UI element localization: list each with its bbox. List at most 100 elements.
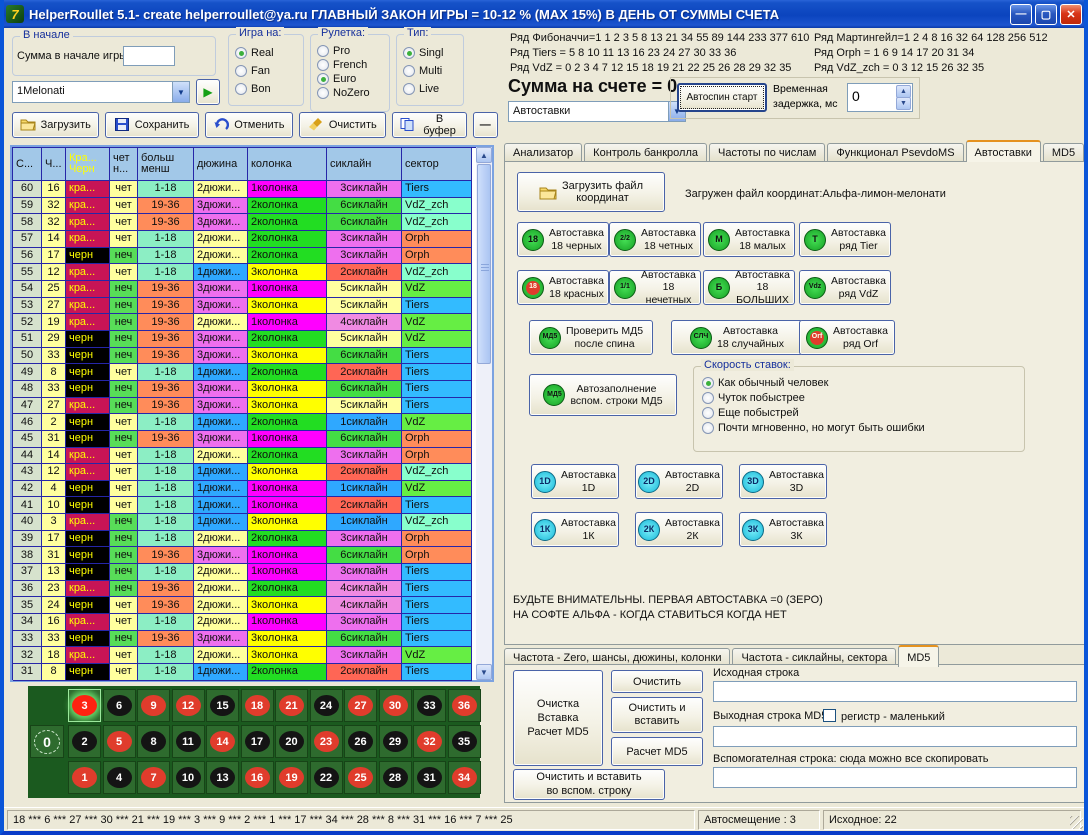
- close-button[interactable]: ✕: [1060, 4, 1082, 25]
- roulette-cell-23[interactable]: 23: [310, 725, 343, 758]
- clean-button[interactable]: Очистить: [299, 112, 386, 138]
- table-row[interactable]: 4727кра...неч19-363дюжи...3колонка5сикла…: [13, 398, 476, 415]
- source-string-input[interactable]: [713, 681, 1077, 702]
- roulette-cell-3[interactable]: 3: [68, 689, 101, 722]
- table-row[interactable]: 3333черннеч19-363дюжи...3колонка6сиклайн…: [13, 631, 476, 648]
- scrollbar-thumb[interactable]: [477, 164, 491, 364]
- tab-md5[interactable]: MD5: [1043, 143, 1084, 162]
- roulette-cell-10[interactable]: 10: [172, 761, 205, 794]
- table-row[interactable]: 3218кра...чет1-182дюжи...3колонка3сиклай…: [13, 647, 476, 664]
- tab-частоты-по-числам[interactable]: Частоты по числам: [709, 143, 825, 162]
- column-header[interactable]: Кра...Черн: [66, 148, 110, 181]
- radio-euro[interactable]: Euro: [317, 73, 370, 85]
- radio-bon[interactable]: Bon: [235, 83, 274, 95]
- table-scrollbar[interactable]: ▲ ▼: [476, 147, 492, 680]
- column-header[interactable]: колонка: [248, 148, 327, 181]
- bet-button-1к[interactable]: 1КАвтоставка1К: [531, 512, 619, 547]
- table-row[interactable]: 5512кра...чет1-181дюжи...3колонка2сиклай…: [13, 264, 476, 281]
- table-row[interactable]: 5327кра...неч19-363дюжи...3колонка5сикла…: [13, 298, 476, 315]
- roulette-cell-12[interactable]: 12: [172, 689, 205, 722]
- chevron-down-icon[interactable]: ▼: [172, 82, 189, 102]
- table-row[interactable]: 5425кра...неч19-363дюжи...1колонка5сикла…: [13, 281, 476, 298]
- bet-button-ряд-orf[interactable]: OrfАвтоставкаряд Orf: [799, 320, 895, 355]
- table-row[interactable]: 3917черннеч1-182дюжи...2колонка3сиклайнO…: [13, 531, 476, 548]
- bet-button-2к[interactable]: 2КАвтоставка2К: [635, 512, 723, 547]
- roulette-cell-18[interactable]: 18: [241, 689, 274, 722]
- bet-button-после-спина[interactable]: МД5Проверить МД5после спина: [529, 320, 653, 355]
- tab-автоставки[interactable]: Автоставки: [966, 140, 1041, 162]
- roulette-cell-17[interactable]: 17: [241, 725, 274, 758]
- start-sum-input[interactable]: [123, 46, 175, 66]
- bet-button-ряд-tier[interactable]: ТАвтоставкаряд Tier: [799, 222, 891, 257]
- radio-чуток-побыстрее[interactable]: Чуток побыстрее: [702, 392, 925, 404]
- roulette-cell-13[interactable]: 13: [206, 761, 239, 794]
- bet-button-18-больших[interactable]: БАвтоставка18 БОЛЬШИХ: [703, 270, 795, 305]
- minus-button[interactable]: —: [473, 112, 498, 138]
- load-coords-button[interactable]: Загрузить файлкоординат: [517, 172, 665, 212]
- table-row[interactable]: 4312кра...чет1-181дюжи...3колонка2сиклай…: [13, 464, 476, 481]
- table-row[interactable]: 4833черннеч19-363дюжи...3колонка6сиклайн…: [13, 381, 476, 398]
- bet-button-1d[interactable]: 1DАвтоставка1D: [531, 464, 619, 499]
- table-row[interactable]: 5219кра...неч19-362дюжи...1колонка4сикла…: [13, 314, 476, 331]
- roulette-cell-4[interactable]: 4: [103, 761, 136, 794]
- table-row[interactable]: 4531черннеч19-363дюжи...1колонка6сиклайн…: [13, 431, 476, 448]
- radio-real[interactable]: Real: [235, 47, 274, 59]
- column-header[interactable]: С...: [13, 148, 42, 181]
- radio-nozero[interactable]: NoZero: [317, 87, 370, 99]
- roulette-cell-2[interactable]: 2: [68, 725, 101, 758]
- table-row[interactable]: 5129черннеч19-363дюжи...2колонка5сиклайн…: [13, 331, 476, 348]
- table-row[interactable]: 3831черннеч19-363дюжи...1колонка6сиклайн…: [13, 547, 476, 564]
- autofill-md5-button[interactable]: МД5Автозаполнениевспом. строки МД5: [529, 374, 677, 416]
- roulette-cell-16[interactable]: 16: [241, 761, 274, 794]
- table-row[interactable]: 318чернчет1-181дюжи...2колонка2сиклайнTi…: [13, 664, 476, 681]
- bet-button-18-черных[interactable]: 18Автоставка18 черных: [517, 222, 609, 257]
- roulette-cell-11[interactable]: 11: [172, 725, 205, 758]
- table-row[interactable]: 4110чернчет1-181дюжи...1колонка2сиклайнT…: [13, 497, 476, 514]
- play-button[interactable]: ▶: [196, 79, 220, 105]
- table-row[interactable]: 498чернчет1-181дюжи...2колонка2сиклайнTi…: [13, 364, 476, 381]
- output-string-input[interactable]: [713, 726, 1077, 747]
- roulette-cell-30[interactable]: 30: [379, 689, 412, 722]
- roulette-cell-20[interactable]: 20: [275, 725, 308, 758]
- checkbox-icon[interactable]: [823, 709, 836, 722]
- column-header[interactable]: сектор: [402, 148, 472, 181]
- calc-md5-button[interactable]: Расчет MD5: [611, 737, 703, 766]
- roulette-cell-35[interactable]: 35: [448, 725, 481, 758]
- table-row[interactable]: 5617черннеч1-182дюжи...2колонка3сиклайнO…: [13, 248, 476, 265]
- roulette-cell-21[interactable]: 21: [275, 689, 308, 722]
- helper-string-input[interactable]: [713, 767, 1077, 788]
- scroll-up-icon[interactable]: ▲: [476, 147, 492, 163]
- load-button[interactable]: Загрузить: [12, 112, 99, 138]
- scroll-down-icon[interactable]: ▼: [476, 664, 492, 680]
- bet-button-18-четных[interactable]: 2/2Автоставка18 четных: [609, 222, 701, 257]
- radio-singl[interactable]: Singl: [403, 47, 443, 59]
- column-header[interactable]: сиклайн: [327, 148, 402, 181]
- tab-контроль-банкролла[interactable]: Контроль банкролла: [584, 143, 707, 162]
- roulette-cell-34[interactable]: 34: [448, 761, 481, 794]
- bet-button-ряд-vdz[interactable]: VdzАвтоставкаряд VdZ: [799, 270, 891, 305]
- radio-pro[interactable]: Pro: [317, 45, 370, 57]
- table-row[interactable]: 5932кра...чет19-363дюжи...2колонка6сикла…: [13, 198, 476, 215]
- buffer-button[interactable]: В буфер: [392, 112, 467, 138]
- radio-fan[interactable]: Fan: [235, 65, 274, 77]
- clear-paste-calc-button[interactable]: ОчисткаВставкаРасчет MD5: [513, 670, 603, 766]
- bet-button-3d[interactable]: 3DАвтоставка3D: [739, 464, 827, 499]
- bet-button-18-малых[interactable]: МАвтоставка18 малых: [703, 222, 795, 257]
- bet-button-3к[interactable]: 3КАвтоставка3К: [739, 512, 827, 547]
- column-header[interactable]: Ч...: [42, 148, 66, 181]
- radio-как-обычный-человек[interactable]: Как обычный человек: [702, 377, 925, 389]
- minimize-button[interactable]: —: [1010, 4, 1032, 25]
- column-header[interactable]: большменш: [138, 148, 194, 181]
- roulette-cell-5[interactable]: 5: [103, 725, 136, 758]
- tab-анализатор[interactable]: Анализатор: [504, 143, 582, 162]
- roulette-cell-33[interactable]: 33: [413, 689, 446, 722]
- table-row[interactable]: 403кра...неч1-181дюжи...3колонка1сиклайн…: [13, 514, 476, 531]
- table-row[interactable]: 3416кра...чет1-182дюжи...1колонка3сиклай…: [13, 614, 476, 631]
- roulette-cell-19[interactable]: 19: [275, 761, 308, 794]
- maximize-button[interactable]: ▢: [1035, 4, 1057, 25]
- bet-button-18-нечетных[interactable]: 1/1Автоставка18 нечетных: [609, 270, 701, 305]
- delay-spinner[interactable]: 0 ▲ ▼: [847, 83, 913, 112]
- roulette-cell-1[interactable]: 1: [68, 761, 101, 794]
- roulette-cell-36[interactable]: 36: [448, 689, 481, 722]
- roulette-cell-27[interactable]: 27: [344, 689, 377, 722]
